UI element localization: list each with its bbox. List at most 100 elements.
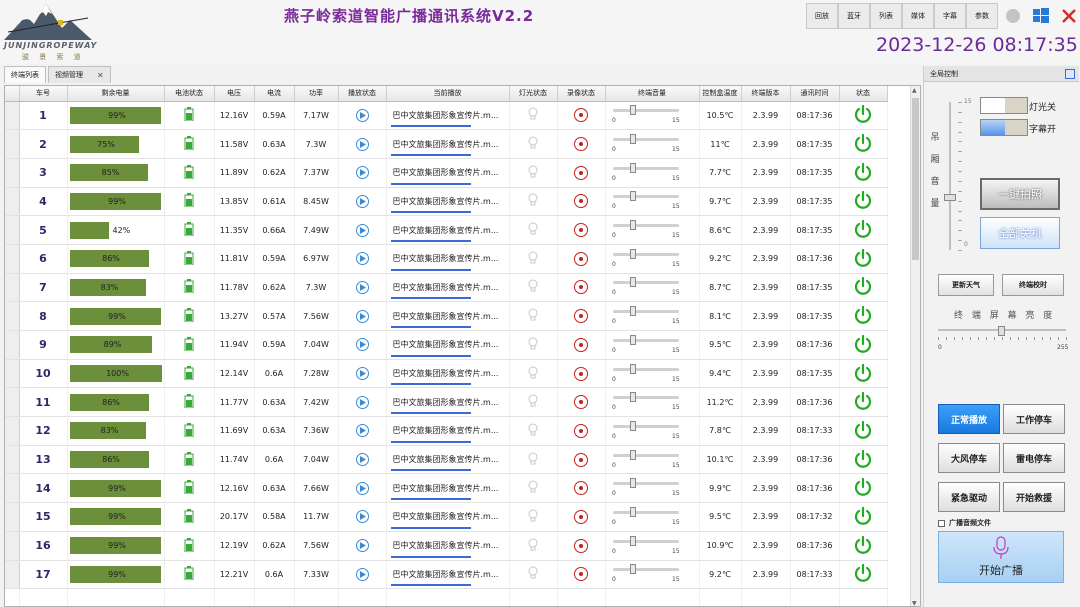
play-icon[interactable] — [355, 280, 369, 294]
record-icon[interactable] — [574, 567, 588, 582]
volume-slider[interactable]: 0 15 — [610, 275, 694, 299]
record-icon[interactable] — [574, 509, 588, 524]
power-icon[interactable] — [854, 105, 872, 124]
volume-slider[interactable]: 0 15 — [610, 476, 694, 500]
volume-slider[interactable]: 0 15 — [610, 189, 694, 213]
bulb-icon[interactable] — [528, 366, 538, 382]
subtitle-toggle[interactable] — [980, 119, 1028, 136]
record-icon[interactable] — [574, 137, 588, 152]
cabin-volume-slider[interactable] — [944, 102, 958, 250]
record-icon[interactable] — [574, 280, 588, 295]
record-icon[interactable] — [574, 452, 588, 467]
table-row[interactable]: 5 42% 11.35V 0.66A 7.49W 巴中文旅集团形象宣传片.m... 0 15 8… — [5, 215, 888, 245]
record-icon[interactable] — [574, 481, 588, 496]
column-header[interactable]: 通讯时间 — [790, 86, 840, 102]
photo-button[interactable]: 一键拍照 — [980, 178, 1060, 210]
table-row[interactable]: 6 86% 11.81V 0.59A 6.97W 巴中文旅集团形象宣传片.m... 0 15 9… — [5, 244, 888, 274]
row-header[interactable] — [5, 473, 20, 504]
scrollbar-thumb[interactable] — [912, 98, 919, 260]
playback-button[interactable]: 回放 — [806, 3, 838, 29]
slider-knob[interactable] — [630, 449, 636, 460]
slider-knob[interactable] — [630, 392, 636, 403]
power-icon[interactable] — [854, 191, 872, 210]
record-icon[interactable] — [574, 223, 588, 238]
slider-knob[interactable] — [630, 506, 636, 517]
power-icon[interactable] — [854, 506, 872, 525]
row-header[interactable] — [5, 502, 20, 532]
column-header[interactable]: 电池状态 — [164, 86, 215, 102]
table-row[interactable]: 17 99% 12.21V 0.6A 7.33W 巴中文旅集团形象宣传片.m... 0 15 9… — [5, 560, 888, 590]
bulb-icon[interactable] — [528, 251, 538, 267]
table-row[interactable]: 7 83% 11.78V 0.62A 7.3W 巴中文旅集团形象宣传片.m... 0 15 8.… — [5, 273, 888, 303]
checkbox-box[interactable] — [938, 519, 945, 527]
power-icon[interactable] — [854, 449, 872, 468]
table-scrollbar[interactable]: ▲ ▼ — [910, 86, 920, 606]
record-icon[interactable] — [574, 165, 588, 180]
row-header[interactable] — [5, 101, 20, 131]
volume-slider[interactable]: 0 15 — [610, 448, 694, 472]
bulb-icon[interactable] — [528, 107, 538, 123]
volume-slider[interactable]: 0 15 — [610, 362, 694, 386]
play-icon[interactable] — [355, 166, 369, 180]
slider-knob[interactable] — [630, 248, 636, 259]
row-header[interactable] — [5, 215, 20, 245]
record-icon[interactable] — [574, 309, 588, 324]
play-icon[interactable] — [355, 367, 369, 381]
audio-file-checkbox[interactable]: 广播音频文件 — [938, 518, 991, 528]
subtitle-button[interactable]: 字幕 — [934, 3, 966, 29]
scroll-down-icon[interactable]: ▼ — [912, 600, 917, 606]
bulb-icon[interactable] — [528, 509, 538, 525]
bulb-icon[interactable] — [528, 193, 538, 209]
record-icon[interactable] — [574, 108, 588, 123]
column-header[interactable]: 功率 — [294, 86, 339, 102]
update-weather-button[interactable]: 更新天气 — [938, 274, 994, 296]
record-icon[interactable] — [574, 423, 588, 438]
power-icon[interactable] — [854, 248, 872, 267]
power-icon[interactable] — [854, 277, 872, 296]
panel-menu-icon[interactable] — [1065, 69, 1075, 79]
column-header[interactable]: 剩余电量 — [67, 86, 165, 102]
column-header[interactable]: 录像状态 — [557, 86, 606, 102]
bulb-icon[interactable] — [528, 136, 538, 152]
slider-knob[interactable] — [630, 134, 636, 145]
column-header[interactable]: 当前播放 — [386, 86, 510, 102]
table-row[interactable]: 16 99% 12.19V 0.62A 7.56W 巴中文旅集团形象宣传片.m... 0 15… — [5, 531, 888, 561]
column-header[interactable]: 车号 — [19, 86, 68, 102]
slider-knob[interactable] — [630, 363, 636, 374]
volume-slider[interactable]: 0 15 — [610, 247, 694, 271]
slider-knob[interactable] — [630, 191, 636, 202]
play-icon[interactable] — [355, 539, 369, 553]
play-icon[interactable] — [355, 252, 369, 266]
play-icon[interactable] — [355, 395, 369, 409]
table-row[interactable]: 13 86% 11.74V 0.6A 7.04W 巴中文旅集团形象宣传片.m... 0 15 1… — [5, 445, 888, 475]
table-row[interactable]: 9 89% 11.94V 0.59A 7.04W 巴中文旅集团形象宣传片.m... 0 15 9… — [5, 330, 888, 360]
bulb-icon[interactable] — [528, 452, 538, 468]
slider-knob[interactable] — [630, 564, 636, 575]
play-icon[interactable] — [355, 567, 369, 581]
volume-slider[interactable]: 0 15 — [610, 505, 694, 529]
column-header[interactable]: 电压 — [214, 86, 255, 102]
record-icon[interactable] — [574, 194, 588, 209]
bulb-icon[interactable] — [528, 279, 538, 295]
play-icon[interactable] — [355, 481, 369, 495]
row-header[interactable] — [5, 301, 20, 331]
table-row[interactable]: 8 99% 13.27V 0.57A 7.56W 巴中文旅集团形象宣传片.m... 0 15 8… — [5, 301, 888, 331]
volume-slider[interactable]: 0 15 — [610, 390, 694, 414]
list-button[interactable]: 列表 — [870, 3, 902, 29]
table-row[interactable]: 14 99% 12.16V 0.63A 7.66W 巴中文旅集团形象宣传片.m... 0 15… — [5, 473, 888, 504]
close-icon[interactable] — [1056, 3, 1080, 29]
power-icon[interactable] — [854, 535, 872, 554]
column-header[interactable]: 电流 — [254, 86, 295, 102]
slider-knob[interactable] — [998, 326, 1005, 336]
bulb-icon[interactable] — [528, 165, 538, 181]
row-header[interactable] — [5, 129, 20, 159]
slider-knob[interactable] — [630, 420, 636, 431]
volume-slider[interactable]: 0 15 — [610, 304, 694, 328]
mode-emergency-drive-button[interactable]: 紧急驱动 — [938, 482, 1000, 512]
close-tab-icon[interactable]: ✕ — [97, 71, 104, 80]
media-button[interactable]: 媒体 — [902, 3, 934, 29]
table-row[interactable]: 12 83% 11.69V 0.63A 7.36W 巴中文旅集团形象宣传片.m... 0 15… — [5, 416, 888, 446]
minimize-icon[interactable] — [1000, 3, 1026, 29]
power-icon[interactable] — [854, 306, 872, 324]
tab-terminal-list[interactable]: 终端列表 — [4, 66, 46, 83]
